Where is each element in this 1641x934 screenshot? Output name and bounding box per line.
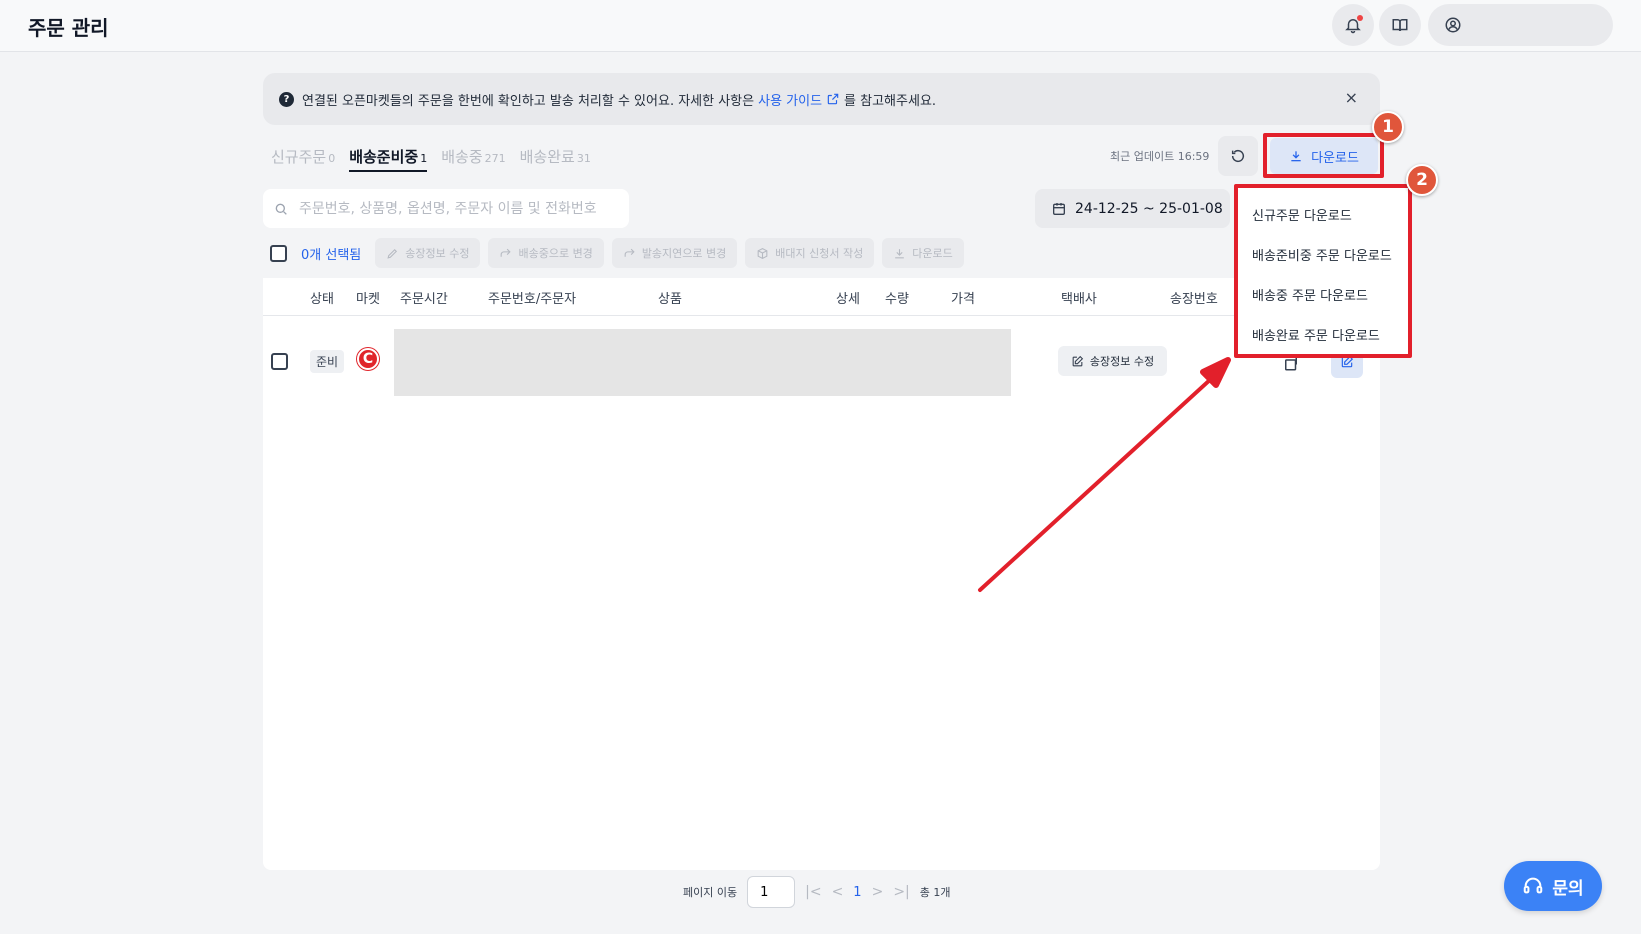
edit-invoice-label: 송장정보 수정 <box>1089 355 1155 368</box>
col-courier: 택배사 <box>1061 292 1097 307</box>
tab-new-orders[interactable]: 신규주문 0 <box>271 146 335 167</box>
action-label: 배대지 신청서 작성 <box>775 247 864 260</box>
download-icon <box>895 248 905 258</box>
top-bar: 주문 관리 <box>0 0 1641 52</box>
tab-label: 신규주문 <box>271 148 327 166</box>
prev-page-button[interactable]: < <box>832 884 844 900</box>
notification-dot <box>1357 15 1363 21</box>
orders-table: 상태 마켓 주문시간 주문번호/주문자 상품 상세 수량 가격 택배사 송장번호… <box>263 278 1380 870</box>
date-range-picker[interactable]: 24-12-25 ~ 25-01-08 <box>1035 189 1230 228</box>
mark-shipping-button[interactable]: 배송중으로 변경 <box>488 238 604 268</box>
usage-guide-link[interactable]: 사용 가이드 <box>758 90 840 109</box>
action-label: 송장정보 수정 <box>405 247 470 260</box>
action-label: 다운로드 <box>912 247 953 260</box>
first-page-button[interactable]: |< <box>805 884 821 900</box>
col-detail: 상세 <box>836 292 860 307</box>
mark-delayed-button[interactable]: 발송지연으로 변경 <box>611 238 738 268</box>
info-banner: ? 연결된 오픈마켓들의 주문을 한번에 확인하고 발송 처리할 수 있어요. … <box>263 73 1380 125</box>
action-label: 배송중으로 변경 <box>518 247 593 260</box>
refresh-icon <box>1231 149 1245 163</box>
col-market: 마켓 <box>356 292 380 307</box>
external-link-icon <box>827 93 839 105</box>
book-icon <box>1392 19 1408 32</box>
tab-preparing[interactable]: 배송준비중 1 <box>349 146 428 172</box>
question-icon: ? <box>279 91 294 107</box>
next-page-button[interactable]: > <box>872 884 884 900</box>
total-count: 총 1개 <box>919 886 951 899</box>
inquiry-label: 문의 <box>1552 878 1584 899</box>
dropdown-item-preparing[interactable]: 배송준비중 주문 다운로드 <box>1238 234 1408 274</box>
page-input[interactable] <box>747 876 796 908</box>
refresh-button[interactable] <box>1218 136 1258 176</box>
last-update-text: 최근 업데이트 16:59 <box>1110 150 1210 163</box>
profile-button[interactable] <box>1428 4 1613 46</box>
edit-invoice-button[interactable]: 송장정보 수정 <box>1058 346 1167 376</box>
col-order-number: 주문번호/주문자 <box>488 292 577 307</box>
current-page[interactable]: 1 <box>853 885 861 900</box>
selected-count: 0개 선택됨 <box>301 247 362 263</box>
calendar-icon <box>1053 202 1065 215</box>
page-title: 주문 관리 <box>28 16 109 40</box>
tab-count: 0 <box>328 152 336 165</box>
status-badge: 준비 <box>310 350 345 373</box>
pagination: 페이지 이동 |< < 1 > >| 총 1개 <box>683 876 951 908</box>
pencil-icon <box>387 248 398 259</box>
forward-arrow-icon <box>501 248 512 257</box>
bulk-download-button[interactable]: 다운로드 <box>882 238 964 268</box>
market-logo: C <box>357 348 379 370</box>
dropdown-item-new-orders[interactable]: 신규주문 다운로드 <box>1238 194 1408 234</box>
box-icon <box>757 247 768 259</box>
last-page-button[interactable]: >| <box>893 884 909 900</box>
edit-invoice-bulk-button[interactable]: 송장정보 수정 <box>375 238 481 268</box>
action-label: 발송지연으로 변경 <box>641 247 727 260</box>
redacted-order-details <box>394 329 1011 396</box>
col-quantity: 수량 <box>885 292 909 307</box>
download-dropdown-menu: 신규주문 다운로드 배송준비중 주문 다운로드 배송중 주문 다운로드 배송완료… <box>1234 184 1412 358</box>
tab-count: 1 <box>420 152 428 165</box>
table-header: 상태 마켓 주문시간 주문번호/주문자 상품 상세 수량 가격 택배사 송장번호 <box>263 278 1380 316</box>
tab-label: 배송준비중 <box>349 148 419 166</box>
inquiry-button[interactable]: 문의 <box>1504 861 1602 911</box>
col-invoice-number: 송장번호 <box>1170 292 1218 307</box>
col-status: 상태 <box>310 292 334 307</box>
headset-icon <box>1524 877 1543 894</box>
tab-delivered[interactable]: 배송완료 31 <box>520 146 591 167</box>
banner-text: 연결된 오픈마켓들의 주문을 한번에 확인하고 발송 처리할 수 있어요. 자세… <box>302 93 755 109</box>
tab-count: 271 <box>484 152 506 165</box>
select-all-checkbox[interactable] <box>270 244 287 262</box>
download-highlight-box <box>1263 133 1384 178</box>
tab-label: 배송중 <box>441 148 483 166</box>
date-range-value: 24-12-25 ~ 25-01-08 <box>1075 200 1223 217</box>
col-product: 상품 <box>658 292 682 307</box>
row-checkbox[interactable] <box>271 353 288 370</box>
tab-label: 배송완료 <box>519 148 575 166</box>
edit-icon <box>1072 355 1084 366</box>
col-order-time: 주문시간 <box>400 292 448 307</box>
order-status-tabs: 신규주문 0 배송준비중 1 배송중 271 배송완료 31 <box>271 146 591 172</box>
dropdown-item-delivered[interactable]: 배송완료 주문 다운로드 <box>1238 314 1408 354</box>
col-price: 가격 <box>951 292 975 307</box>
step-marker-2: 2 <box>1406 164 1438 196</box>
dropdown-item-shipping[interactable]: 배송중 주문 다운로드 <box>1238 274 1408 314</box>
search-icon <box>275 203 287 215</box>
forwarding-form-button[interactable]: 배대지 신청서 작성 <box>745 238 875 268</box>
forward-arrow-icon <box>624 248 635 257</box>
bulk-action-bar: 0개 선택됨 송장정보 수정 배송중으로 변경 발송지연으로 변경 배대지 신청… <box>270 238 964 268</box>
banner-close-button[interactable]: × <box>1345 88 1358 107</box>
search-input[interactable] <box>299 200 619 217</box>
step-marker-1: 1 <box>1372 111 1404 143</box>
search-box <box>263 189 629 228</box>
user-circle-icon <box>1445 17 1461 33</box>
notifications-button[interactable] <box>1332 4 1374 46</box>
tab-count: 31 <box>576 152 591 165</box>
guide-book-button[interactable] <box>1379 4 1421 46</box>
goto-page-label: 페이지 이동 <box>683 886 738 899</box>
tab-shipping[interactable]: 배송중 271 <box>441 146 505 167</box>
usage-guide-link-label: 사용 가이드 <box>758 93 823 109</box>
banner-text-after: 를 참고해주세요. <box>844 93 937 109</box>
